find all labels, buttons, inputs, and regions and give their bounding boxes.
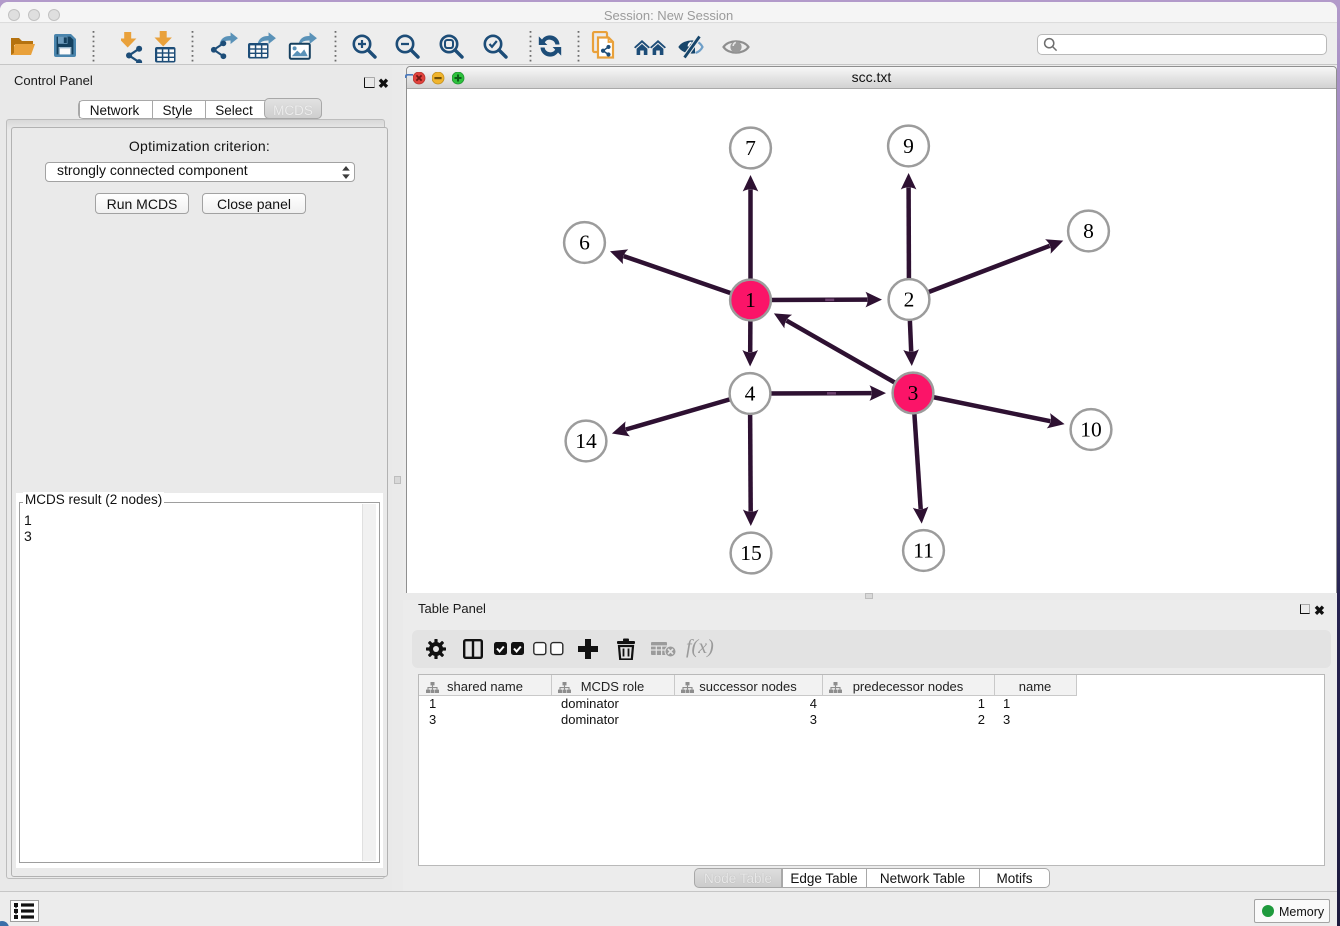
- svg-text:11: 11: [913, 539, 934, 563]
- svg-text:3: 3: [908, 381, 919, 405]
- svg-text:8: 8: [1083, 219, 1094, 243]
- svg-text:10: 10: [1080, 418, 1102, 442]
- svg-text:9: 9: [903, 134, 914, 158]
- svg-text:15: 15: [740, 541, 762, 565]
- svg-text:4: 4: [745, 382, 756, 406]
- svg-text:6: 6: [579, 231, 590, 255]
- svg-text:2: 2: [904, 288, 915, 312]
- svg-text:7: 7: [745, 136, 756, 160]
- svg-text:14: 14: [575, 429, 597, 453]
- svg-text:1: 1: [745, 288, 756, 312]
